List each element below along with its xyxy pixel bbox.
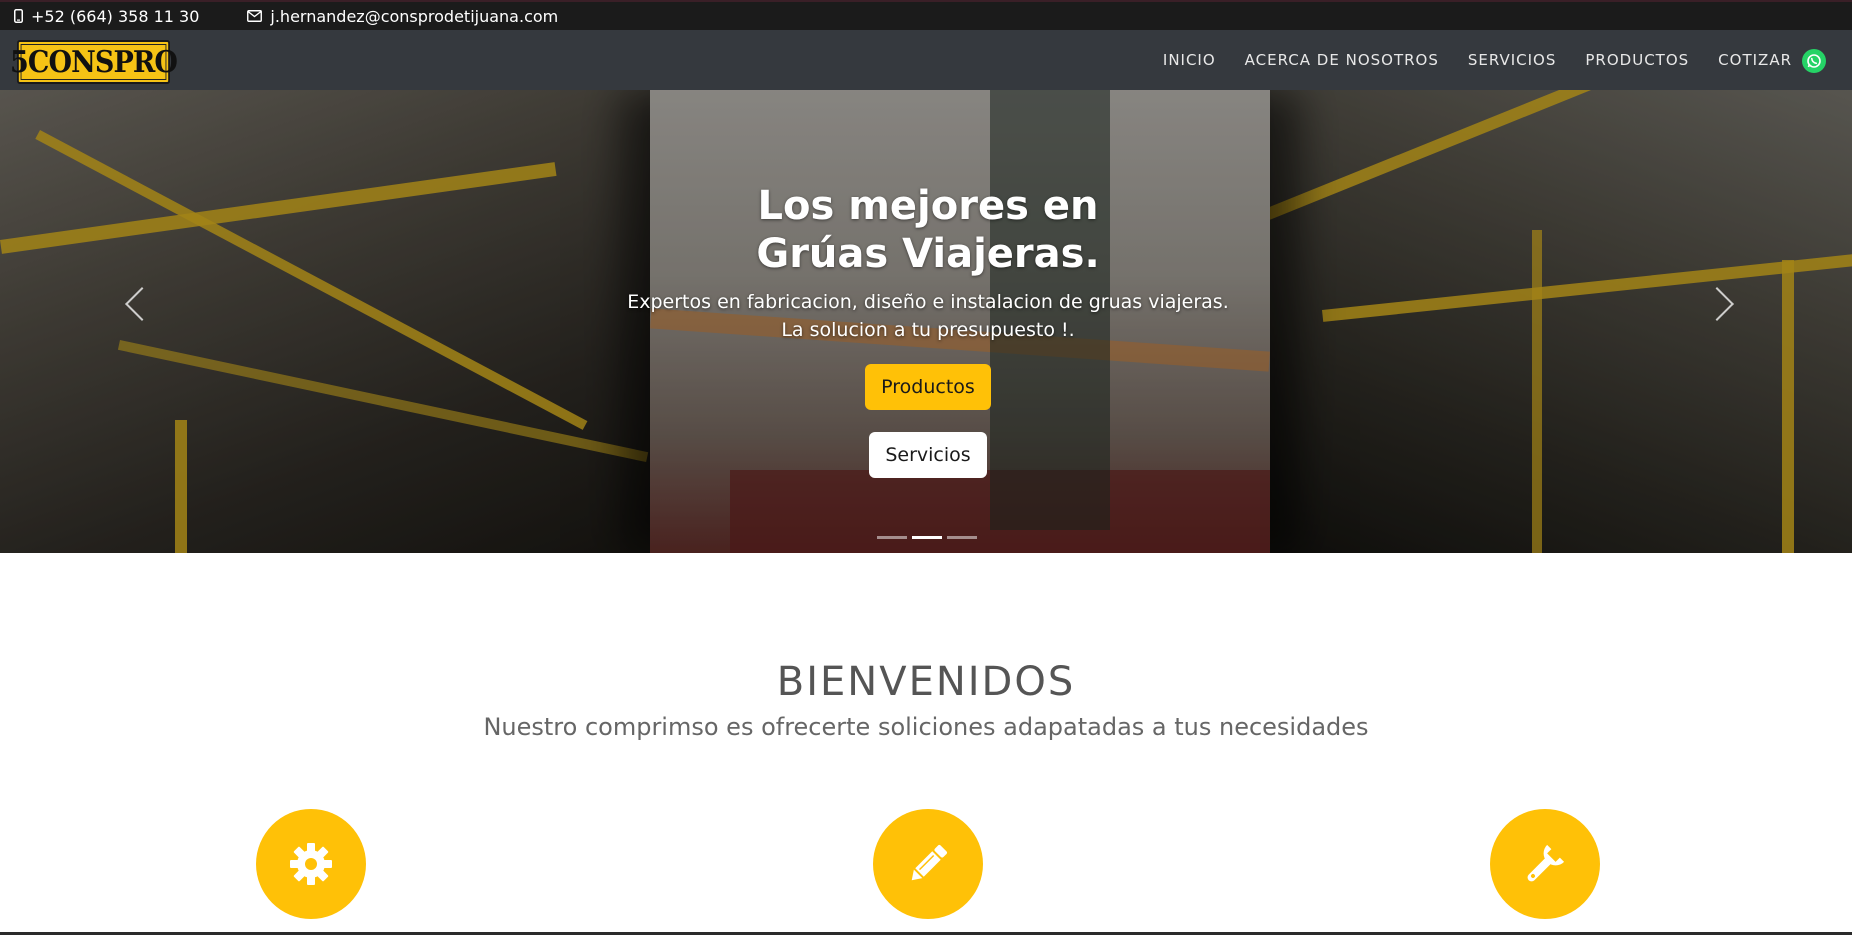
welcome-section: BIENVENIDOS Nuestro comprimso es ofrecer… xyxy=(0,553,1852,935)
carousel-indicator-3[interactable] xyxy=(947,536,977,539)
hero-caption: Los mejores en Grúas Viajeras. Expertos … xyxy=(626,90,1230,478)
nav-item-cotizar[interactable]: COTIZAR xyxy=(1718,51,1792,69)
phone-number: +52 (664) 358 11 30 xyxy=(31,6,200,26)
productos-button[interactable]: Productos xyxy=(865,364,991,410)
hero-title: Los mejores en Grúas Viajeras. xyxy=(626,182,1230,278)
hero-title-line1: Los mejores en xyxy=(757,183,1099,229)
hero-text-line2: La solucion a tu presupuesto !. xyxy=(781,319,1075,341)
wrench-icon xyxy=(1490,809,1600,919)
gear-icon xyxy=(256,809,366,919)
welcome-subtitle: Nuestro comprimso es ofrecerte solicione… xyxy=(483,713,1369,741)
nav-item-inicio[interactable]: INICIO xyxy=(1163,51,1216,69)
nav-menu: INICIO ACERCA DE NOSOTROS SERVICIOS PROD… xyxy=(1134,30,1792,90)
carousel-indicator-1[interactable] xyxy=(877,536,907,539)
whatsapp-icon[interactable] xyxy=(1802,49,1826,73)
brand-logo[interactable]: 5CONSPRO xyxy=(10,40,178,84)
nav-item-acerca[interactable]: ACERCA DE NOSOTROS xyxy=(1245,51,1439,69)
pencil-icon xyxy=(873,809,983,919)
hero-text: Expertos en fabricacion, diseño e instal… xyxy=(626,288,1230,344)
main-navbar: 5CONSPRO INICIO ACERCA DE NOSOTROS SERVI… xyxy=(0,30,1852,90)
hero-carousel: Los mejores en Grúas Viajeras. Expertos … xyxy=(0,90,1852,553)
phone-icon xyxy=(14,9,23,23)
envelope-icon xyxy=(247,10,263,22)
hero-title-line2: Grúas Viajeras. xyxy=(756,231,1100,277)
servicios-button[interactable]: Servicios xyxy=(869,432,987,478)
brand-logo-text: 5CONSPRO xyxy=(9,44,178,80)
email-address: j.hernandez@consprodetijuana.com xyxy=(270,6,559,26)
carousel-indicators xyxy=(877,536,982,539)
top-info-bar: +52 (664) 358 11 30 j.hernandez@consprod… xyxy=(0,0,1852,30)
carousel-indicator-2[interactable] xyxy=(912,536,942,539)
nav-item-servicios[interactable]: SERVICIOS xyxy=(1468,51,1557,69)
welcome-title: BIENVENIDOS xyxy=(776,659,1076,705)
phone-contact[interactable]: +52 (664) 358 11 30 xyxy=(14,2,199,30)
nav-item-productos[interactable]: PRODUCTOS xyxy=(1585,51,1689,69)
hero-text-line1: Expertos en fabricacion, diseño e instal… xyxy=(627,291,1229,313)
email-contact[interactable]: j.hernandez@consprodetijuana.com xyxy=(247,2,558,30)
